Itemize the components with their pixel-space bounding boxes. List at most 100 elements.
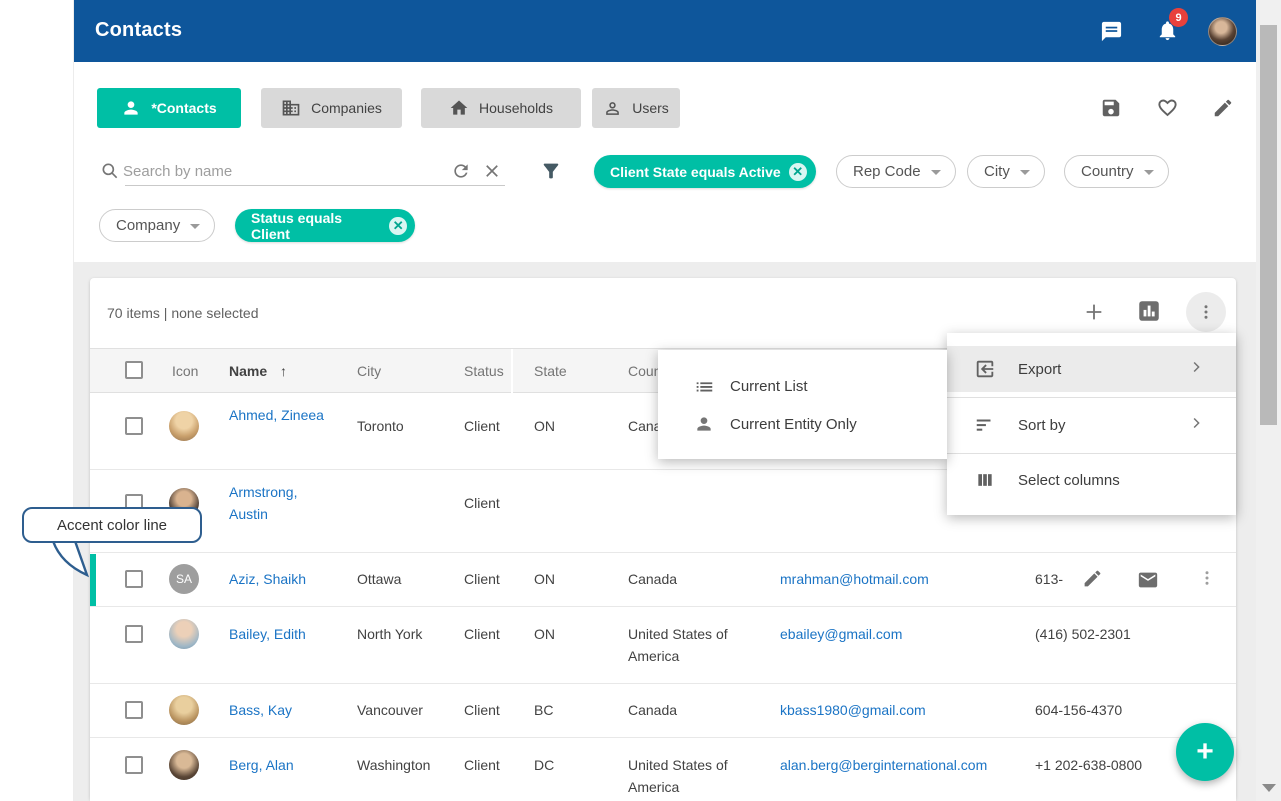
chevron-right-icon — [1187, 358, 1205, 380]
rep-code-label: Rep Code — [853, 163, 921, 180]
sort-by-label: Sort by — [1018, 417, 1066, 434]
row-checkbox[interactable] — [125, 625, 143, 643]
email-link[interactable]: ebailey@gmail.com — [780, 623, 902, 645]
chevron-down-icon — [931, 170, 941, 175]
save-view-icon[interactable] — [1100, 97, 1122, 124]
avatar — [169, 695, 199, 725]
chart-view-icon[interactable] — [1136, 298, 1162, 329]
remove-filter-icon[interactable]: ✕ — [389, 217, 407, 235]
person-outline-icon — [603, 99, 622, 118]
scrollbar-thumb[interactable] — [1260, 25, 1277, 425]
row-edit-icon[interactable] — [1082, 568, 1103, 594]
tab-households-label: Households — [479, 100, 553, 116]
edit-view-icon[interactable] — [1212, 97, 1234, 124]
filter-dropdown-city[interactable]: City — [967, 155, 1045, 188]
list-more-options-button[interactable] — [1186, 292, 1226, 332]
column-header-name[interactable]: Name — [229, 363, 267, 379]
status-cell: Client — [464, 568, 500, 590]
contact-name-link[interactable]: Berg, Alan — [229, 754, 339, 776]
avatar — [169, 750, 199, 780]
select-all-checkbox[interactable] — [125, 361, 143, 379]
column-header-icon[interactable]: Icon — [172, 363, 198, 379]
menu-item-sort-by[interactable]: Sort by — [947, 402, 1236, 448]
scroll-down-arrow[interactable] — [1262, 784, 1276, 792]
row-checkbox[interactable] — [125, 701, 143, 719]
filter-chip-client-state-label: Client State equals Active — [610, 164, 781, 180]
row-checkbox[interactable] — [125, 756, 143, 774]
phone-cell: 604-156-4370 — [1035, 699, 1122, 721]
filter-chip-status-label: Status equals Client — [251, 210, 381, 242]
column-header-state[interactable]: State — [534, 363, 567, 379]
tab-companies[interactable]: Companies — [261, 88, 402, 128]
tab-contacts[interactable]: *Contacts — [97, 88, 241, 128]
city-cell: Vancouver — [357, 699, 423, 721]
top-app-bar — [74, 0, 1256, 62]
remove-filter-icon[interactable]: ✕ — [789, 163, 807, 181]
filter-dropdown-country[interactable]: Country — [1064, 155, 1169, 188]
list-icon — [692, 375, 716, 397]
sidebar — [0, 0, 74, 801]
column-header-status[interactable]: Status — [464, 363, 504, 379]
user-avatar[interactable] — [1208, 17, 1237, 46]
row-more-options-icon[interactable] — [1198, 569, 1216, 592]
table-row-active[interactable]: SA Aziz, Shaikh Ottawa Client ON Canada … — [90, 553, 1236, 607]
refresh-icon[interactable] — [451, 161, 471, 186]
menu-item-export[interactable]: Export — [947, 346, 1236, 392]
table-row[interactable]: Bailey, Edith North York Client ON Unite… — [90, 607, 1236, 684]
contact-name-link[interactable]: Ahmed, Zineea — [229, 404, 331, 426]
favorite-view-icon[interactable] — [1156, 96, 1179, 124]
building-icon — [281, 98, 301, 118]
chat-icon[interactable] — [1100, 20, 1123, 48]
chevron-down-icon — [1144, 170, 1154, 175]
contact-name-link[interactable]: Armstrong, Austin — [229, 481, 331, 525]
contact-name-link[interactable]: Aziz, Shaikh — [229, 568, 339, 590]
search-icon — [100, 161, 120, 186]
country-label: Country — [1081, 163, 1134, 180]
current-list-label: Current List — [730, 378, 808, 395]
filter-chip-client-state[interactable]: Client State equals Active ✕ — [594, 155, 816, 188]
state-cell: ON — [534, 568, 555, 590]
chevron-right-icon — [1187, 414, 1205, 436]
filter-chip-status[interactable]: Status equals Client ✕ — [235, 209, 415, 242]
notification-count-badge: 9 — [1169, 8, 1188, 27]
kebab-icon — [1197, 303, 1215, 321]
clear-search-icon[interactable] — [483, 162, 501, 185]
tab-users[interactable]: Users — [592, 88, 680, 128]
search-input[interactable] — [123, 158, 423, 184]
status-cell: Client — [464, 492, 500, 514]
submenu-item-current-entity[interactable]: Current Entity Only — [658, 404, 947, 444]
filter-funnel-icon[interactable] — [540, 160, 562, 187]
add-column-icon[interactable] — [1083, 301, 1105, 328]
email-link[interactable]: alan.berg@berginternational.com — [780, 754, 987, 776]
row-checkbox[interactable] — [125, 570, 143, 588]
submenu-item-current-list[interactable]: Current List — [658, 366, 947, 406]
city-cell: Ottawa — [357, 568, 401, 590]
callout-text: Accent color line — [57, 517, 167, 534]
row-email-icon[interactable] — [1137, 569, 1159, 596]
filter-dropdown-rep-code[interactable]: Rep Code — [836, 155, 956, 188]
page-title: Contacts — [95, 19, 182, 42]
add-contact-fab[interactable]: + — [1176, 723, 1234, 781]
email-link[interactable]: kbass1980@gmail.com — [780, 699, 926, 721]
list-options-menu: Export Sort by Select columns — [947, 333, 1236, 515]
city-cell: Toronto — [357, 415, 404, 437]
table-row[interactable]: Berg, Alan Washington Client DC United S… — [90, 738, 1236, 801]
country-cell: United States of America — [628, 754, 746, 798]
export-icon — [973, 358, 997, 380]
menu-divider — [947, 453, 1236, 454]
contact-name-link[interactable]: Bailey, Edith — [229, 623, 339, 645]
email-link[interactable]: mrahman@hotmail.com — [780, 568, 929, 590]
filter-dropdown-company[interactable]: Company — [99, 209, 215, 242]
column-header-city[interactable]: City — [357, 363, 381, 379]
row-checkbox[interactable] — [125, 417, 143, 435]
tab-households[interactable]: Households — [421, 88, 581, 128]
accent-color-callout: Accent color line — [22, 507, 202, 543]
state-cell: DC — [534, 754, 554, 776]
home-icon — [449, 98, 469, 118]
menu-item-select-columns[interactable]: Select columns — [947, 457, 1236, 503]
chevron-down-icon — [190, 224, 200, 229]
sort-ascending-icon[interactable]: ↑ — [280, 363, 287, 379]
table-row[interactable]: Bass, Kay Vancouver Client BC Canada kba… — [90, 684, 1236, 738]
search-underline — [125, 185, 505, 186]
contact-name-link[interactable]: Bass, Kay — [229, 699, 339, 721]
